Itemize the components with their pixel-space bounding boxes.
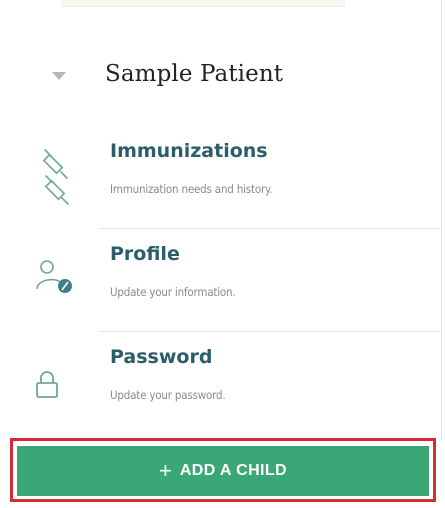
menu-item-subtitle: Immunization needs and history.	[110, 182, 273, 196]
patient-header[interactable]: Sample Patient	[0, 52, 442, 106]
menu-item-profile[interactable]: Profile Update your information.	[0, 229, 442, 332]
menu-item-password[interactable]: Password Update your password.	[0, 332, 442, 435]
profile-edit-icon	[35, 259, 79, 303]
add-child-button[interactable]: + ADD A CHILD	[17, 446, 429, 496]
lock-icon	[35, 370, 59, 404]
plus-icon: +	[158, 458, 172, 483]
menu-item-subtitle: Update your password.	[110, 388, 226, 402]
menu-item-immunizations[interactable]: Immunizations Immunization needs and his…	[0, 126, 442, 229]
syringe-icon	[35, 146, 81, 212]
chevron-down-icon[interactable]	[52, 72, 66, 80]
top-strip	[62, 0, 345, 7]
menu-item-subtitle: Update your information.	[110, 285, 236, 299]
menu-item-title: Password	[110, 346, 213, 368]
menu-item-title: Profile	[110, 243, 180, 265]
add-child-label: ADD A CHILD	[179, 462, 288, 479]
patient-name: Sample Patient	[105, 61, 284, 87]
menu-item-title: Immunizations	[110, 140, 268, 162]
